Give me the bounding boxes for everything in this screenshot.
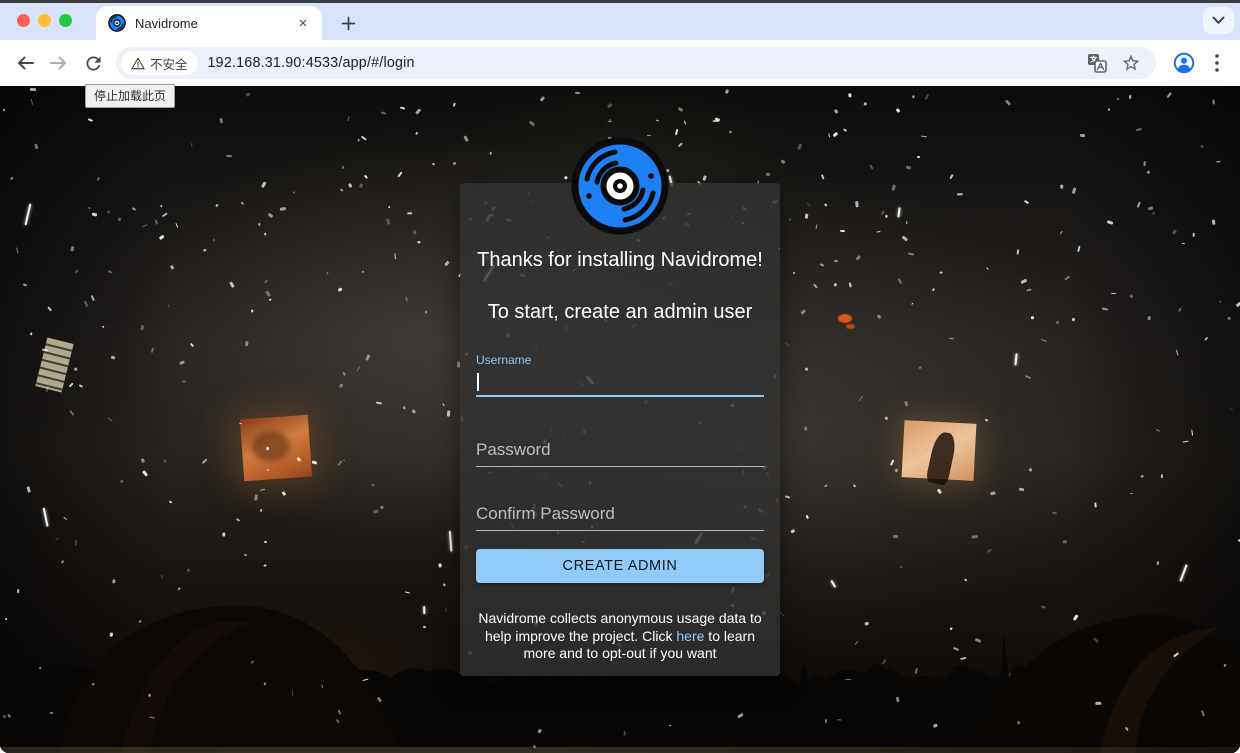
plus-icon	[341, 16, 355, 30]
warning-triangle-icon	[131, 57, 145, 69]
browser-window: Navidrome × 不安全 192.168.31.90:4533/app/#…	[0, 0, 1240, 753]
reload-button[interactable]	[76, 46, 110, 80]
address-bar[interactable]: 不安全 192.168.31.90:4533/app/#/login	[116, 47, 1156, 79]
translate-icon	[1088, 54, 1107, 73]
confirm-password-field	[476, 497, 764, 531]
tab-search-button[interactable]	[1203, 7, 1234, 34]
username-input[interactable]	[476, 367, 764, 397]
minimize-window-button[interactable]	[38, 13, 51, 27]
profile-button[interactable]	[1166, 45, 1202, 81]
bottom-light-strip	[0, 747, 1240, 753]
browser-toolbar: 不安全 192.168.31.90:4533/app/#/login	[0, 40, 1240, 86]
chevron-down-icon	[1212, 16, 1225, 24]
security-chip[interactable]: 不安全	[121, 51, 198, 75]
tab-title: Navidrome	[135, 15, 198, 31]
create-admin-card: Thanks for installing Navidrome! To star…	[460, 183, 780, 676]
close-window-button[interactable]	[17, 13, 30, 27]
security-chip-label: 不安全	[150, 57, 188, 72]
reload-icon	[85, 56, 100, 70]
forward-button[interactable]	[42, 46, 76, 80]
star-icon	[1122, 54, 1140, 71]
username-label: Username	[476, 353, 532, 367]
confirm-password-input[interactable]	[476, 497, 764, 531]
text-caret	[477, 373, 479, 391]
profile-avatar-icon	[1173, 52, 1195, 74]
back-arrow-icon	[18, 56, 34, 70]
browser-menu-button[interactable]	[1202, 45, 1232, 81]
url-text[interactable]: 192.168.31.90:4533/app/#/login	[208, 55, 415, 71]
tab-navidrome[interactable]: Navidrome ×	[96, 6, 322, 40]
stop-loading-tooltip: 停止加载此页	[85, 84, 176, 108]
password-input[interactable]	[476, 433, 764, 467]
translate-button[interactable]	[1086, 52, 1108, 74]
navidrome-logo-icon	[571, 137, 669, 235]
navidrome-favicon-icon	[108, 14, 126, 32]
learn-more-link[interactable]: here	[676, 628, 704, 644]
create-admin-button[interactable]: CREATE ADMIN	[476, 549, 764, 583]
tab-close-icon[interactable]: ×	[294, 14, 312, 32]
new-tab-button[interactable]	[334, 9, 362, 37]
bookmark-button[interactable]	[1120, 52, 1142, 74]
tab-strip: Navidrome ×	[0, 3, 1240, 40]
three-dot-menu-icon	[1215, 54, 1219, 72]
welcome-title: Thanks for installing Navidrome!	[477, 249, 763, 271]
zoom-window-button[interactable]	[59, 13, 72, 27]
back-button[interactable]	[8, 46, 42, 80]
username-field: Username	[476, 353, 764, 397]
page-content: Thanks for installing Navidrome! To star…	[0, 86, 1240, 753]
window-controls	[17, 13, 72, 27]
usage-data-notice: Navidrome collects anonymous usage data …	[476, 610, 764, 663]
forward-arrow-icon	[50, 56, 66, 70]
welcome-subtitle: To start, create an admin user	[487, 301, 753, 323]
password-field	[476, 433, 764, 467]
